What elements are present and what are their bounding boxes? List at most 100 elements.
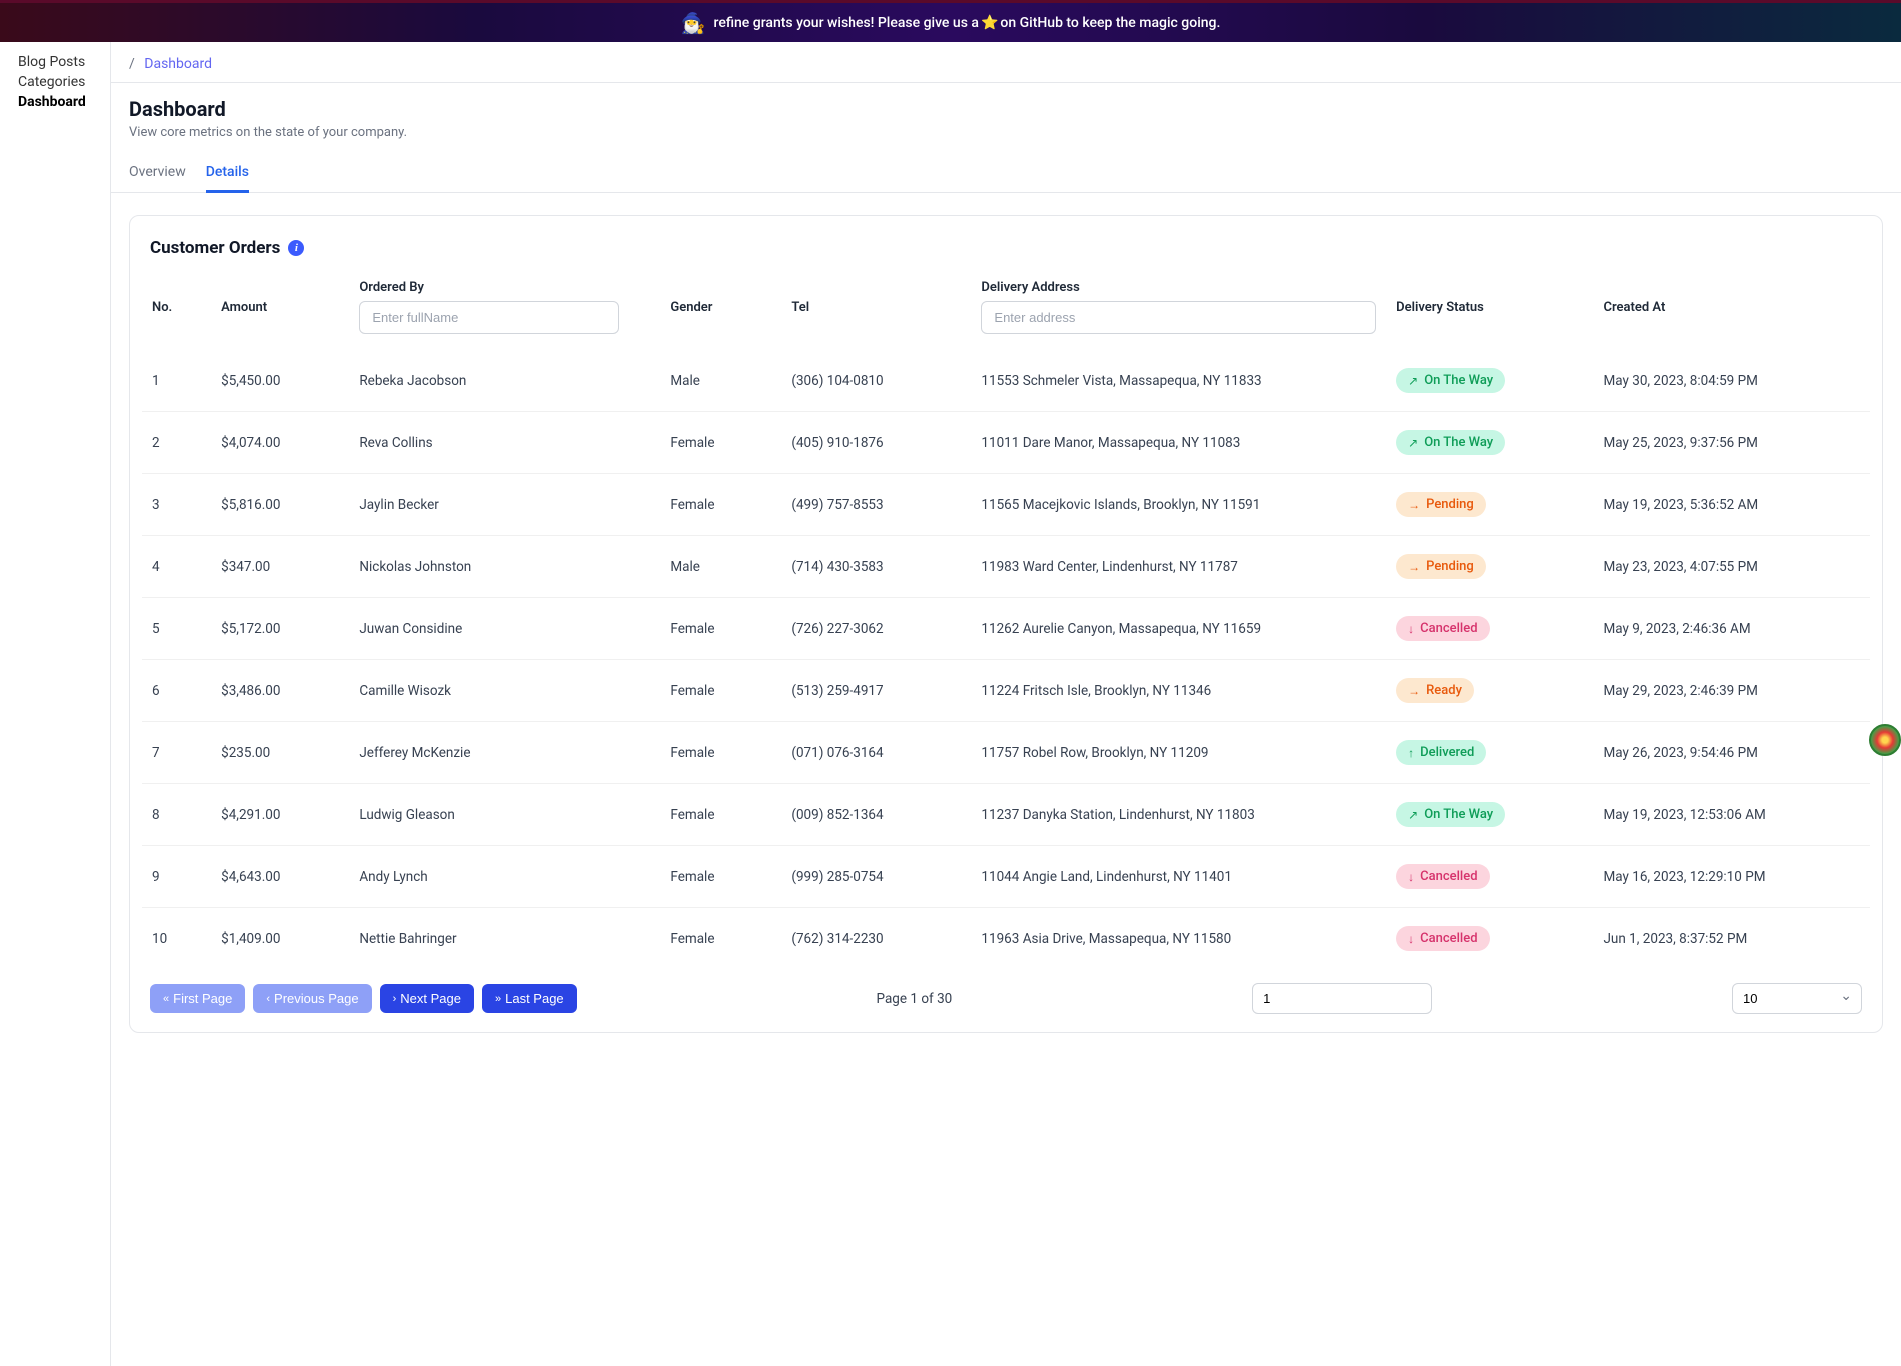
- chevron-right-icon: ›: [393, 993, 397, 1005]
- cell-name: Jefferey McKenzie: [349, 722, 660, 784]
- chevron-double-right-icon: »: [495, 993, 501, 1005]
- cell-created: May 26, 2023, 9:54:46 PM: [1593, 722, 1870, 784]
- status-badge: ↗On The Way: [1396, 368, 1505, 393]
- status-badge: ↓Cancelled: [1396, 926, 1489, 951]
- cell-gender: Female: [660, 598, 781, 660]
- react-query-devtools-icon[interactable]: [1869, 724, 1901, 756]
- first-page-label: First Page: [173, 991, 232, 1006]
- cell-amount: $1,409.00: [211, 908, 349, 970]
- sidebar-item-dashboard[interactable]: Dashboard: [18, 94, 110, 110]
- cell-amount: $347.00: [211, 536, 349, 598]
- cell-address: 11983 Ward Center, Lindenhurst, NY 11787: [971, 536, 1386, 598]
- tab-details[interactable]: Details: [206, 164, 249, 193]
- table-row: 8$4,291.00Ludwig GleasonFemale(009) 852-…: [142, 784, 1870, 846]
- table-row: 9$4,643.00Andy LynchFemale(999) 285-0754…: [142, 846, 1870, 908]
- cell-tel: (009) 852-1364: [781, 784, 971, 846]
- col-status: Delivery Status: [1386, 272, 1593, 342]
- cell-amount: $4,643.00: [211, 846, 349, 908]
- cell-address: 11262 Aurelie Canyon, Massapequa, NY 116…: [971, 598, 1386, 660]
- cell-status: ↓Cancelled: [1386, 846, 1593, 908]
- cell-status: → Ready: [1386, 660, 1593, 722]
- arrow-icon: ↗: [1408, 809, 1418, 821]
- cell-address: 11757 Robel Row, Brooklyn, NY 11209: [971, 722, 1386, 784]
- cell-status: ↗On The Way: [1386, 412, 1593, 474]
- cell-created: Jun 1, 2023, 8:37:52 PM: [1593, 908, 1870, 970]
- status-badge: →Pending: [1396, 492, 1486, 517]
- cell-gender: Female: [660, 474, 781, 536]
- cell-gender: Male: [660, 536, 781, 598]
- cell-no: 4: [142, 536, 211, 598]
- cell-gender: Female: [660, 722, 781, 784]
- filter-address-input[interactable]: [981, 301, 1376, 334]
- star-icon: ⭐: [981, 15, 998, 31]
- page-info: Page 1 of 30: [877, 991, 953, 1007]
- status-badge: ↓Cancelled: [1396, 864, 1489, 889]
- cell-no: 7: [142, 722, 211, 784]
- status-label: Pending: [1426, 559, 1474, 574]
- cell-name: Andy Lynch: [349, 846, 660, 908]
- breadcrumb-current[interactable]: Dashboard: [144, 56, 212, 72]
- sidebar-item-blog-posts[interactable]: Blog Posts: [18, 54, 110, 70]
- cell-address: 11011 Dare Manor, Massapequa, NY 11083: [971, 412, 1386, 474]
- cell-address: 11963 Asia Drive, Massapequa, NY 11580: [971, 908, 1386, 970]
- col-tel: Tel: [781, 272, 971, 342]
- status-label: On The Way: [1424, 373, 1493, 388]
- chevron-left-icon: ‹: [266, 993, 270, 1005]
- cell-tel: (071) 076-3164: [781, 722, 971, 784]
- cell-address: 11224 Fritsch Isle, Brooklyn, NY 11346: [971, 660, 1386, 722]
- cell-gender: Female: [660, 660, 781, 722]
- cell-no: 8: [142, 784, 211, 846]
- first-page-button[interactable]: «First Page: [150, 984, 245, 1013]
- page-number-input[interactable]: [1252, 983, 1432, 1014]
- cell-tel: (405) 910-1876: [781, 412, 971, 474]
- col-no: No.: [142, 272, 211, 342]
- status-label: Cancelled: [1420, 621, 1477, 636]
- table-row: 4$347.00Nickolas JohnstonMale(714) 430-3…: [142, 536, 1870, 598]
- status-badge: ↗ On The Way: [1396, 802, 1505, 827]
- cell-name: Jaylin Becker: [349, 474, 660, 536]
- filter-name-input[interactable]: [359, 301, 619, 334]
- cell-tel: (513) 259-4917: [781, 660, 971, 722]
- sidebar: Blog Posts Categories Dashboard: [0, 42, 110, 1366]
- cell-status: ↓Cancelled: [1386, 908, 1593, 970]
- arrow-icon: ↑: [1408, 747, 1414, 759]
- table-row: 7$235.00Jefferey McKenzieFemale(071) 076…: [142, 722, 1870, 784]
- status-label: Cancelled: [1420, 931, 1477, 946]
- info-icon[interactable]: i: [288, 240, 304, 256]
- sidebar-item-categories[interactable]: Categories: [18, 74, 110, 90]
- status-label: On The Way: [1424, 807, 1493, 822]
- cell-status: ↓Cancelled: [1386, 598, 1593, 660]
- col-ordered-by: Ordered By: [349, 272, 660, 342]
- status-label: Cancelled: [1420, 869, 1477, 884]
- tabs: Overview Details: [111, 146, 1901, 193]
- cell-name: Reva Collins: [349, 412, 660, 474]
- status-badge: ↓Cancelled: [1396, 616, 1489, 641]
- main-content: / Dashboard Dashboard View core metrics …: [110, 42, 1901, 1366]
- status-label: On The Way: [1424, 435, 1493, 450]
- cell-status: ↗On The Way: [1386, 342, 1593, 412]
- page-size-select[interactable]: 10: [1732, 983, 1862, 1014]
- table-row: 3$5,816.00Jaylin BeckerFemale(499) 757-8…: [142, 474, 1870, 536]
- prev-page-button[interactable]: ‹ Previous Page: [253, 984, 371, 1013]
- orders-table: No. Amount Ordered By Gender Tel Deliver…: [142, 272, 1870, 969]
- cell-created: May 30, 2023, 8:04:59 PM: [1593, 342, 1870, 412]
- prev-page-label: Previous Page: [274, 991, 359, 1006]
- next-page-button[interactable]: ›Next Page: [380, 984, 474, 1013]
- cell-no: 2: [142, 412, 211, 474]
- wizard-icon: 🧙‍♂️: [681, 11, 706, 35]
- banner-text-before: refine grants your wishes! Please give u…: [714, 15, 979, 31]
- promo-banner[interactable]: 🧙‍♂️ refine grants your wishes! Please g…: [0, 0, 1901, 42]
- arrow-icon: →: [1408, 685, 1420, 697]
- cell-no: 3: [142, 474, 211, 536]
- status-label: Ready: [1426, 683, 1462, 698]
- cell-created: May 16, 2023, 12:29:10 PM: [1593, 846, 1870, 908]
- last-page-button[interactable]: »Last Page: [482, 984, 577, 1013]
- cell-name: Juwan Considine: [349, 598, 660, 660]
- col-address-label: Delivery Address: [981, 280, 1376, 295]
- cell-amount: $5,172.00: [211, 598, 349, 660]
- cell-status: ↗ On The Way: [1386, 784, 1593, 846]
- tab-overview[interactable]: Overview: [129, 164, 186, 193]
- cell-status: ↑ Delivered: [1386, 722, 1593, 784]
- col-gender: Gender: [660, 272, 781, 342]
- status-label: Delivered: [1420, 745, 1474, 760]
